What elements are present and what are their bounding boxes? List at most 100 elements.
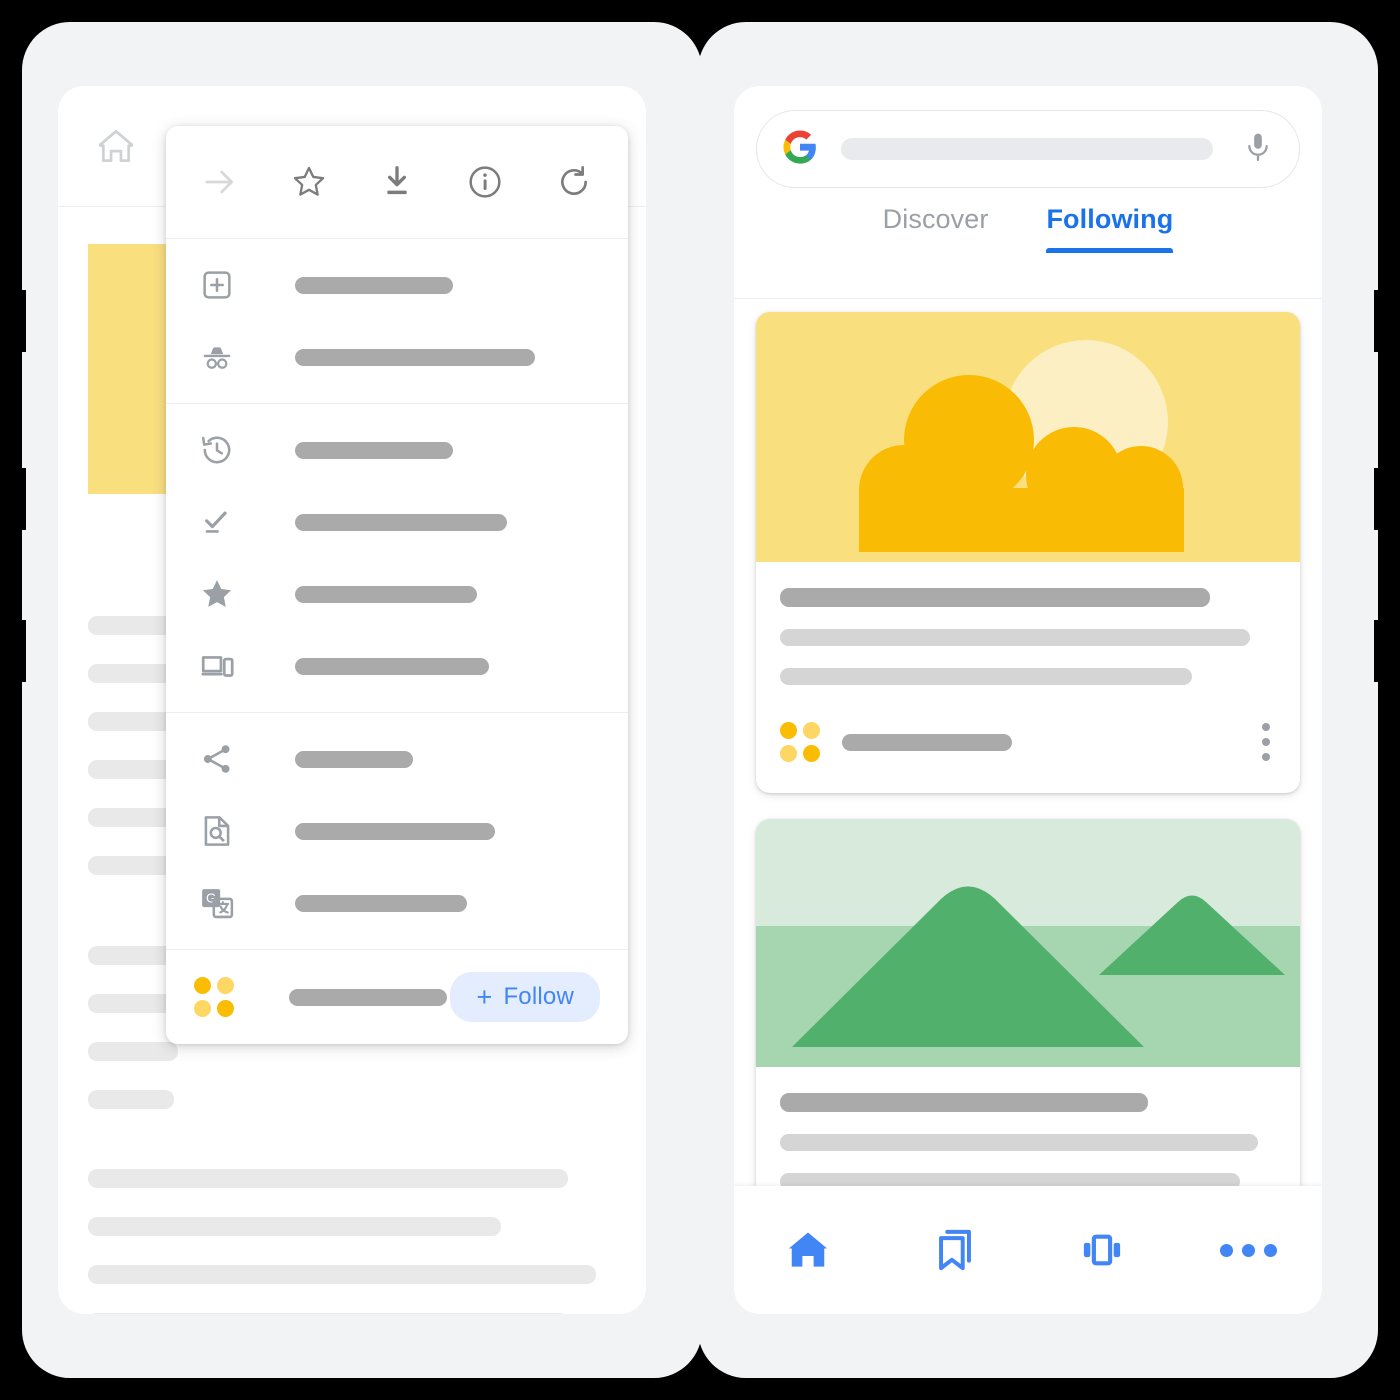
home-button[interactable]: [92, 124, 140, 168]
skeleton-line: [88, 808, 178, 827]
phone-right-screen: Discover Following: [734, 86, 1322, 1314]
menu-bookmark-button[interactable]: [283, 156, 335, 208]
card-title-line: [780, 588, 1210, 607]
menu-item-label: [289, 988, 447, 1006]
downloads-icon: [194, 499, 240, 545]
card-text-line: [780, 1134, 1258, 1151]
skeleton-line: [88, 946, 178, 965]
skeleton-line: [88, 1169, 568, 1188]
skeleton-line: [88, 1042, 178, 1061]
phone-left-side-button-top[interactable]: [0, 290, 26, 352]
follow-button[interactable]: + Follow: [450, 972, 600, 1022]
phone-left-screen: G + Follow: [58, 86, 646, 1314]
skeleton-line: [88, 994, 176, 1013]
card-mountains-body: [756, 1067, 1300, 1190]
menu-group-page-actions: G: [166, 712, 628, 949]
reload-icon: [560, 166, 587, 195]
phone-right-side-button-bottom[interactable]: [1374, 620, 1400, 682]
menu-item-new-tab[interactable]: [166, 249, 628, 321]
nav-tab-switcher[interactable]: [1067, 1215, 1137, 1285]
history-icon: [194, 427, 240, 473]
menu-item-label: [295, 513, 507, 531]
card-weather-footer: [756, 707, 1300, 793]
skeleton-line: [88, 1090, 174, 1109]
home-filled-icon: [788, 1232, 827, 1267]
phone-left: G + Follow: [0, 22, 702, 1378]
card-weather[interactable]: [756, 312, 1300, 793]
menu-item-share[interactable]: [166, 723, 628, 795]
skeleton-line: [88, 760, 174, 779]
card-title-line: [780, 1093, 1148, 1112]
info-circle-icon: [469, 166, 501, 198]
two-mountains-illustration: [756, 819, 1300, 1067]
forward-arrow-icon: [205, 170, 234, 194]
skeleton-line: [88, 1313, 568, 1314]
tab-following[interactable]: Following: [1046, 204, 1173, 253]
menu-item-label: [295, 585, 477, 603]
menu-download-button[interactable]: [371, 156, 423, 208]
menu-item-recent-tabs[interactable]: [166, 630, 628, 702]
translate-icon: G: [194, 880, 240, 926]
menu-group-library: [166, 403, 628, 712]
google-g-logo-icon: [781, 128, 819, 171]
menu-page-info-button[interactable]: [459, 156, 511, 208]
menu-item-find-in-page[interactable]: [166, 795, 628, 867]
search-input[interactable]: [841, 138, 1213, 160]
feed-tabs: Discover Following: [734, 204, 1322, 253]
star-outline-icon: [293, 166, 324, 196]
kebab-menu-icon[interactable]: [1256, 717, 1276, 767]
microphone-icon[interactable]: [1241, 130, 1275, 169]
menu-item-label: [295, 276, 453, 294]
menu-item-translate[interactable]: G: [166, 867, 628, 939]
share-icon: [194, 736, 240, 782]
menu-item-bookmarks[interactable]: [166, 558, 628, 630]
download-icon: [387, 166, 407, 195]
card-mountains[interactable]: [756, 819, 1300, 1212]
menu-item-label: [295, 441, 453, 459]
find-in-page-icon: [194, 808, 240, 854]
screenshot-stage: G + Follow Discover Following: [0, 0, 1400, 1400]
plus-icon: +: [476, 981, 493, 1012]
nav-home[interactable]: [773, 1215, 843, 1285]
phone-right-side-button-mid[interactable]: [1374, 468, 1400, 530]
bookmarks-star-icon: [194, 571, 240, 617]
discover-header: Discover Following: [734, 86, 1322, 299]
menu-item-history[interactable]: [166, 414, 628, 486]
phone-right-side-button-top[interactable]: [1374, 290, 1400, 352]
search-bar[interactable]: [756, 110, 1300, 188]
card-source-label: [842, 733, 1012, 751]
menu-item-label: [295, 894, 467, 912]
follow-button-label: Follow: [503, 983, 574, 1010]
card-text-line: [780, 629, 1250, 646]
menu-item-new-incognito-tab[interactable]: [166, 321, 628, 393]
menu-item-label: [295, 822, 495, 840]
phone-left-side-button-mid[interactable]: [0, 468, 26, 530]
tab-switcher-icon: [1083, 1234, 1120, 1266]
menu-forward-button[interactable]: [194, 156, 246, 208]
skeleton-line: [88, 616, 178, 635]
cloud-and-sun-illustration: [859, 340, 1184, 552]
overflow-menu: G + Follow: [166, 126, 628, 1044]
menu-reload-button[interactable]: [548, 156, 600, 208]
menu-item-label: [295, 750, 413, 768]
discover-feed: [734, 298, 1322, 1314]
bookmarks-icon: [938, 1229, 971, 1271]
nav-more[interactable]: [1214, 1215, 1284, 1285]
recent-tabs-icon: [194, 643, 240, 689]
more-dots-icon: [1220, 1243, 1277, 1257]
card-weather-body: [756, 562, 1300, 685]
skeleton-line: [88, 664, 176, 683]
menu-item-downloads[interactable]: [166, 486, 628, 558]
phone-left-side-button-bottom[interactable]: [0, 620, 26, 682]
menu-item-follow-site[interactable]: + Follow: [166, 949, 628, 1044]
menu-group-tabs: [166, 239, 628, 403]
nav-bookmarks[interactable]: [920, 1215, 990, 1285]
tab-discover[interactable]: Discover: [883, 204, 989, 253]
card-text-line: [780, 668, 1192, 685]
home-icon: [99, 129, 133, 163]
menu-item-label: [295, 348, 535, 366]
incognito-icon: [194, 334, 240, 380]
skeleton-line: [88, 1217, 501, 1236]
skeleton-line: [88, 856, 176, 875]
new-tab-icon: [194, 262, 240, 308]
